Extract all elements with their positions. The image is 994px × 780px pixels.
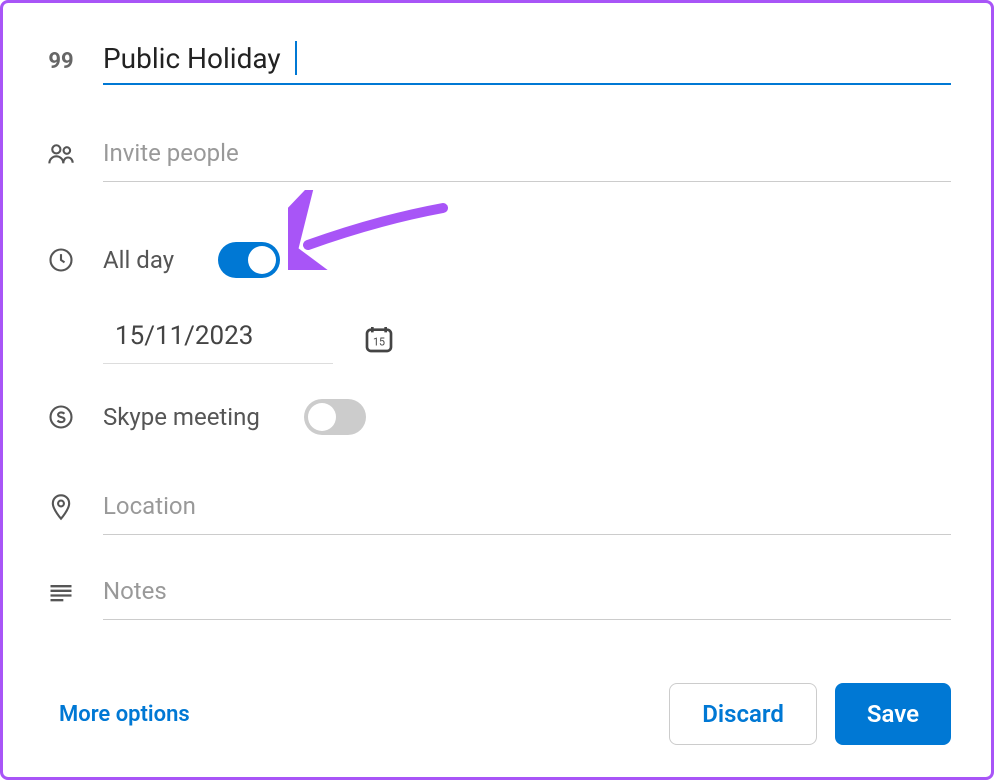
skype-label: Skype meeting bbox=[103, 403, 260, 431]
invite-input[interactable] bbox=[103, 125, 951, 182]
calendar-icon[interactable]: 15 bbox=[363, 323, 395, 355]
notes-row bbox=[43, 563, 951, 620]
skype-toggle[interactable] bbox=[304, 399, 366, 435]
skype-row: Skype meeting bbox=[43, 399, 951, 435]
title-row: 99 bbox=[43, 38, 951, 85]
allday-toggle[interactable] bbox=[218, 242, 280, 278]
allday-label: All day bbox=[103, 246, 174, 274]
location-icon bbox=[43, 493, 79, 521]
location-input[interactable] bbox=[103, 478, 951, 535]
invite-row bbox=[43, 125, 951, 182]
discard-button[interactable]: Discard bbox=[669, 683, 817, 745]
save-button[interactable]: Save bbox=[835, 683, 951, 745]
clock-icon bbox=[43, 246, 79, 274]
location-row bbox=[43, 478, 951, 535]
notes-icon bbox=[43, 578, 79, 606]
more-options-link[interactable]: More options bbox=[59, 702, 190, 727]
quote-icon: 99 bbox=[43, 49, 79, 74]
skype-icon bbox=[43, 403, 79, 431]
title-input[interactable] bbox=[103, 38, 951, 85]
date-input[interactable] bbox=[103, 313, 333, 364]
svg-text:15: 15 bbox=[373, 335, 385, 348]
footer: More options Discard Save bbox=[59, 683, 951, 745]
text-caret bbox=[295, 41, 297, 75]
notes-input[interactable] bbox=[103, 563, 951, 620]
people-icon bbox=[43, 140, 79, 168]
allday-row: All day bbox=[43, 242, 951, 278]
date-row: 15 bbox=[103, 313, 951, 364]
